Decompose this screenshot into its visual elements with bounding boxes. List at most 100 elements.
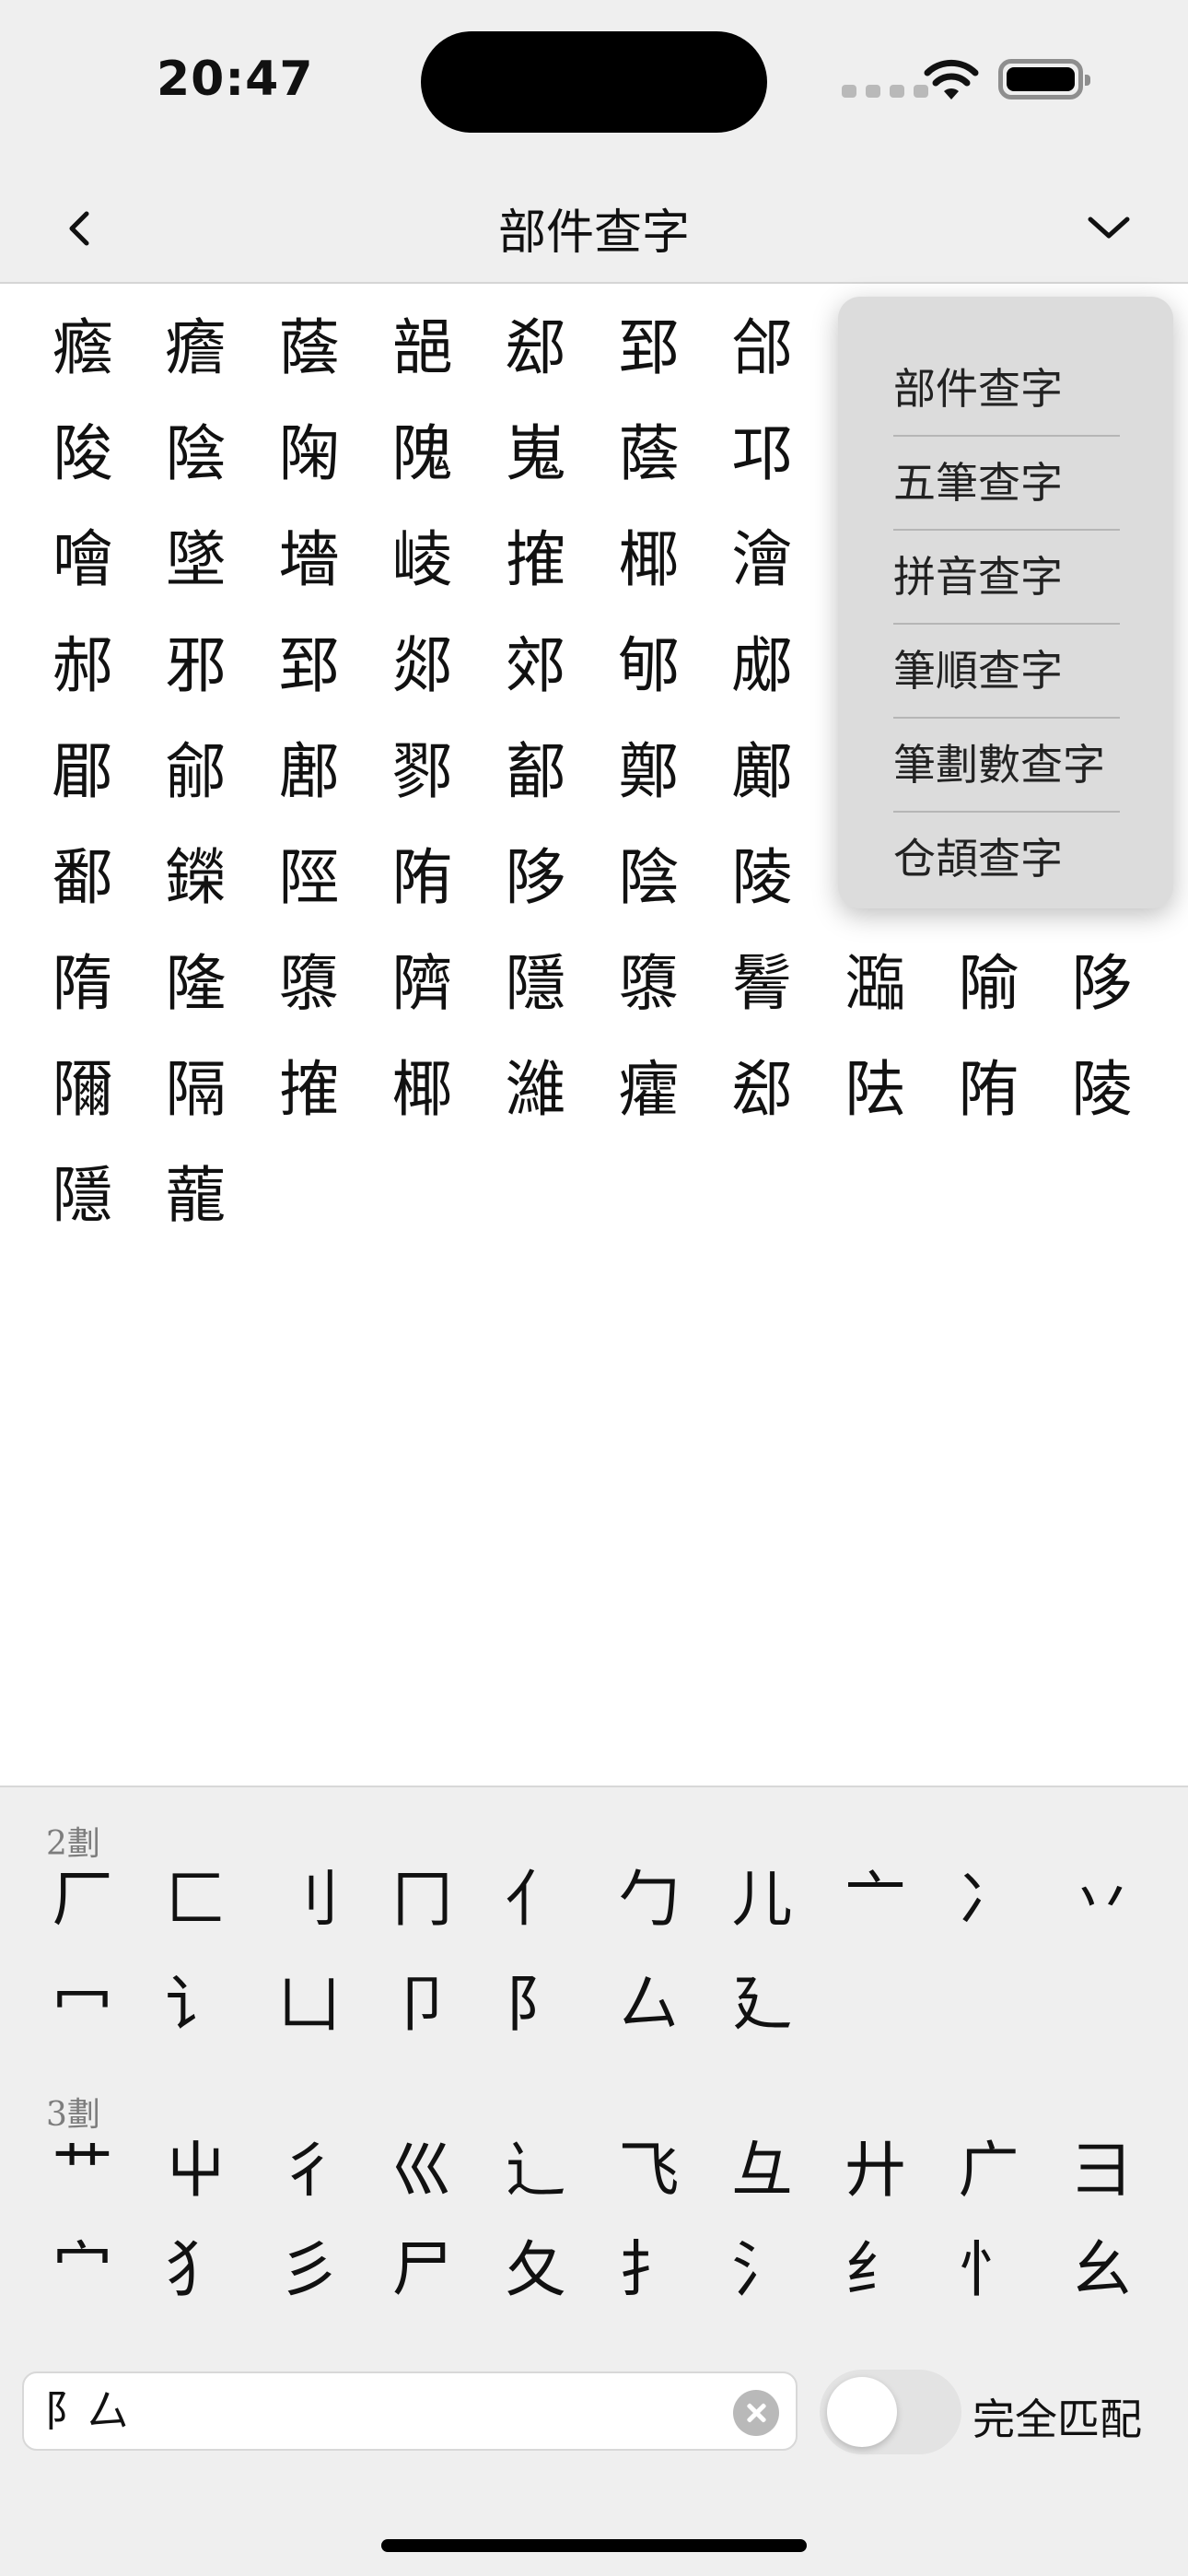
result-character[interactable]: 郿 bbox=[26, 737, 139, 807]
component-key[interactable]: 阝 bbox=[479, 1968, 592, 2042]
result-character[interactable]: 澮 bbox=[705, 525, 819, 595]
menu-item[interactable]: 五筆查字 bbox=[893, 437, 1120, 529]
component-key[interactable]: 匚 bbox=[139, 1863, 252, 1937]
search-field[interactable]: 阝厶 bbox=[22, 2371, 798, 2451]
chevron-down-icon[interactable] bbox=[1081, 206, 1136, 251]
result-character[interactable]: 癚 bbox=[139, 313, 252, 383]
component-key[interactable]: 丷 bbox=[1045, 1863, 1159, 1937]
result-character[interactable]: 邪 bbox=[139, 631, 252, 701]
result-character[interactable]: 隱 bbox=[479, 949, 592, 1019]
component-key[interactable]: 亻 bbox=[479, 1863, 592, 1937]
result-character[interactable]: 鄃 bbox=[139, 737, 252, 807]
component-key[interactable]: 忄 bbox=[932, 2233, 1045, 2307]
result-character[interactable]: 陏 bbox=[366, 843, 479, 913]
component-key[interactable]: 卩 bbox=[366, 1968, 479, 2042]
result-character[interactable]: 隗 bbox=[366, 419, 479, 489]
component-key[interactable]: 尸 bbox=[366, 2233, 479, 2307]
result-character[interactable]: 隋 bbox=[26, 949, 139, 1019]
result-character[interactable]: 郄 bbox=[479, 313, 592, 383]
result-character[interactable]: 陰 bbox=[139, 419, 252, 489]
clear-icon[interactable] bbox=[733, 2390, 779, 2436]
result-character[interactable]: 陰 bbox=[592, 843, 705, 913]
result-character[interactable]: 邛 bbox=[705, 419, 819, 489]
result-character[interactable]: 鄺 bbox=[705, 737, 819, 807]
result-character[interactable]: 蔭 bbox=[592, 419, 705, 489]
result-character[interactable]: 隬 bbox=[26, 1055, 139, 1125]
component-key[interactable]: 厂 bbox=[26, 1863, 139, 1937]
result-character[interactable]: 郝 bbox=[26, 631, 139, 701]
result-character[interactable]: 鄌 bbox=[252, 737, 366, 807]
result-character[interactable]: 鄝 bbox=[366, 737, 479, 807]
component-key[interactable]: 犭 bbox=[139, 2233, 252, 2307]
component-key[interactable]: 凵 bbox=[252, 1968, 366, 2042]
result-character[interactable]: 嵬 bbox=[479, 419, 592, 489]
result-character[interactable]: 搉 bbox=[479, 525, 592, 595]
result-character[interactable]: 隮 bbox=[366, 949, 479, 1019]
result-character[interactable]: 郊 bbox=[479, 631, 592, 701]
result-character[interactable]: 鑅 bbox=[139, 843, 252, 913]
component-key[interactable]: 广 bbox=[932, 2134, 1045, 2207]
component-key[interactable]: 夂 bbox=[479, 2233, 592, 2307]
result-character[interactable]: 郅 bbox=[592, 313, 705, 383]
result-character[interactable]: 陊 bbox=[1045, 949, 1159, 1019]
result-character[interactable]: 陘 bbox=[252, 843, 366, 913]
result-character[interactable]: 崚 bbox=[366, 525, 479, 595]
result-character[interactable]: 郅 bbox=[252, 631, 366, 701]
component-key[interactable]: 氵 bbox=[705, 2233, 819, 2307]
result-character[interactable]: 隆 bbox=[139, 949, 252, 1019]
result-character[interactable]: 郶 bbox=[366, 313, 479, 383]
result-character[interactable]: 椰 bbox=[366, 1055, 479, 1125]
component-key[interactable]: 纟 bbox=[819, 2233, 932, 2307]
menu-item[interactable]: 部件查字 bbox=[893, 343, 1120, 435]
result-character[interactable]: 陵 bbox=[705, 843, 819, 913]
result-character[interactable]: 鬌 bbox=[705, 949, 819, 1019]
component-key[interactable]: 扌 bbox=[592, 2233, 705, 2307]
result-character[interactable]: 癊 bbox=[26, 313, 139, 383]
search-input-text[interactable]: 阝厶 bbox=[44, 2373, 129, 2449]
result-character[interactable]: 瀶 bbox=[819, 949, 932, 1019]
result-character[interactable]: 陱 bbox=[252, 419, 366, 489]
result-character[interactable]: 癨 bbox=[592, 1055, 705, 1125]
component-key[interactable]: 刂 bbox=[252, 1863, 366, 1937]
component-key[interactable]: 冂 bbox=[366, 1863, 479, 1937]
component-key[interactable]: 艹 bbox=[26, 2134, 139, 2207]
component-key[interactable]: 冫 bbox=[932, 1863, 1045, 1937]
menu-item[interactable]: 筆順查字 bbox=[893, 625, 1120, 717]
result-character[interactable]: 陏 bbox=[932, 1055, 1045, 1125]
component-key[interactable]: 宀 bbox=[26, 2233, 139, 2307]
result-character[interactable]: 墻 bbox=[252, 525, 366, 595]
component-key[interactable]: 彡 bbox=[252, 2233, 366, 2307]
result-character[interactable]: 椰 bbox=[592, 525, 705, 595]
menu-item[interactable]: 拼音查字 bbox=[893, 531, 1120, 623]
result-character[interactable]: 墜 bbox=[139, 525, 252, 595]
component-list[interactable]: 2劃厂匚刂冂亻勹儿亠冫丷冖讠凵卩阝厶廴 3劃艹屮彳巛辶飞彑廾广彐宀犭彡尸夂扌氵纟忄… bbox=[0, 1787, 1188, 2349]
component-key[interactable]: 儿 bbox=[705, 1863, 819, 1937]
component-key[interactable]: 彐 bbox=[1045, 2134, 1159, 2207]
result-character[interactable]: 鄱 bbox=[26, 843, 139, 913]
result-character[interactable]: 隳 bbox=[592, 949, 705, 1019]
component-key[interactable]: 亠 bbox=[819, 1863, 932, 1937]
result-character[interactable]: 隳 bbox=[252, 949, 366, 1019]
result-character[interactable]: 陊 bbox=[479, 843, 592, 913]
component-key[interactable]: 彑 bbox=[705, 2134, 819, 2207]
result-character[interactable]: 郕 bbox=[705, 631, 819, 701]
component-key[interactable]: 廾 bbox=[819, 2134, 932, 2207]
component-key[interactable]: 辶 bbox=[479, 2134, 592, 2207]
component-key[interactable]: 巛 bbox=[366, 2134, 479, 2207]
result-character[interactable]: 隃 bbox=[932, 949, 1045, 1019]
component-key[interactable]: 彳 bbox=[252, 2134, 366, 2207]
result-character[interactable]: 濰 bbox=[479, 1055, 592, 1125]
menu-item[interactable]: 仓頡查字 bbox=[893, 813, 1120, 905]
result-character[interactable]: 陖 bbox=[26, 419, 139, 489]
result-character[interactable]: 郯 bbox=[366, 631, 479, 701]
component-key[interactable]: 幺 bbox=[1045, 2233, 1159, 2307]
component-key[interactable]: 屮 bbox=[139, 2134, 252, 2207]
component-key[interactable]: 飞 bbox=[592, 2134, 705, 2207]
result-character[interactable]: 蘢 bbox=[139, 1161, 252, 1231]
component-key[interactable]: 廴 bbox=[705, 1968, 819, 2042]
component-key[interactable]: 冖 bbox=[26, 1968, 139, 2042]
result-character[interactable]: 噲 bbox=[26, 525, 139, 595]
result-character[interactable]: 隱 bbox=[26, 1161, 139, 1231]
result-character[interactable]: 陵 bbox=[1045, 1055, 1159, 1125]
result-character[interactable]: 鄐 bbox=[479, 737, 592, 807]
